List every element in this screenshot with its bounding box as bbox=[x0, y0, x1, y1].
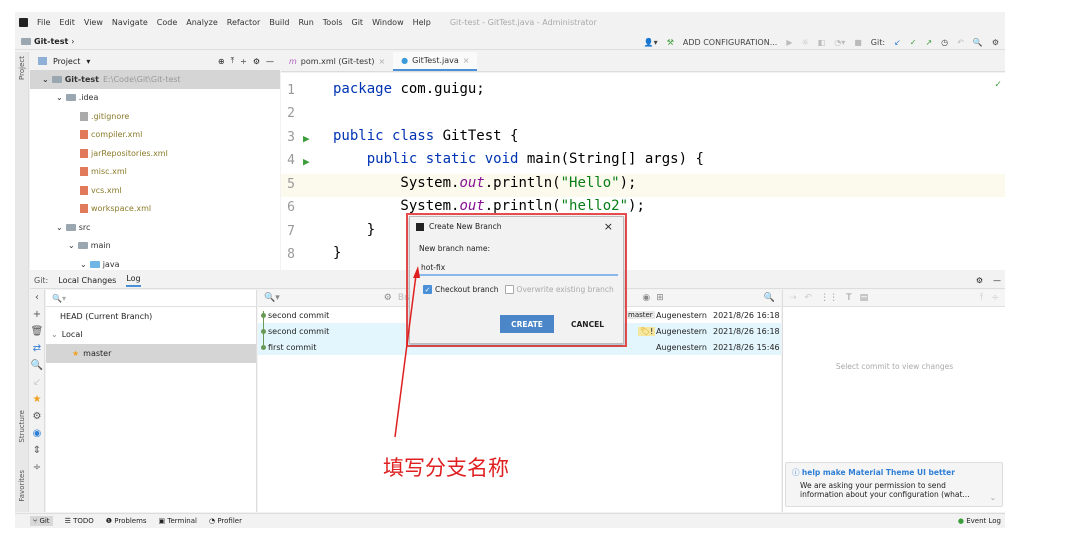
annotation-arrow bbox=[394, 266, 420, 438]
annotation-text: 填写分支名称 bbox=[383, 456, 509, 480]
